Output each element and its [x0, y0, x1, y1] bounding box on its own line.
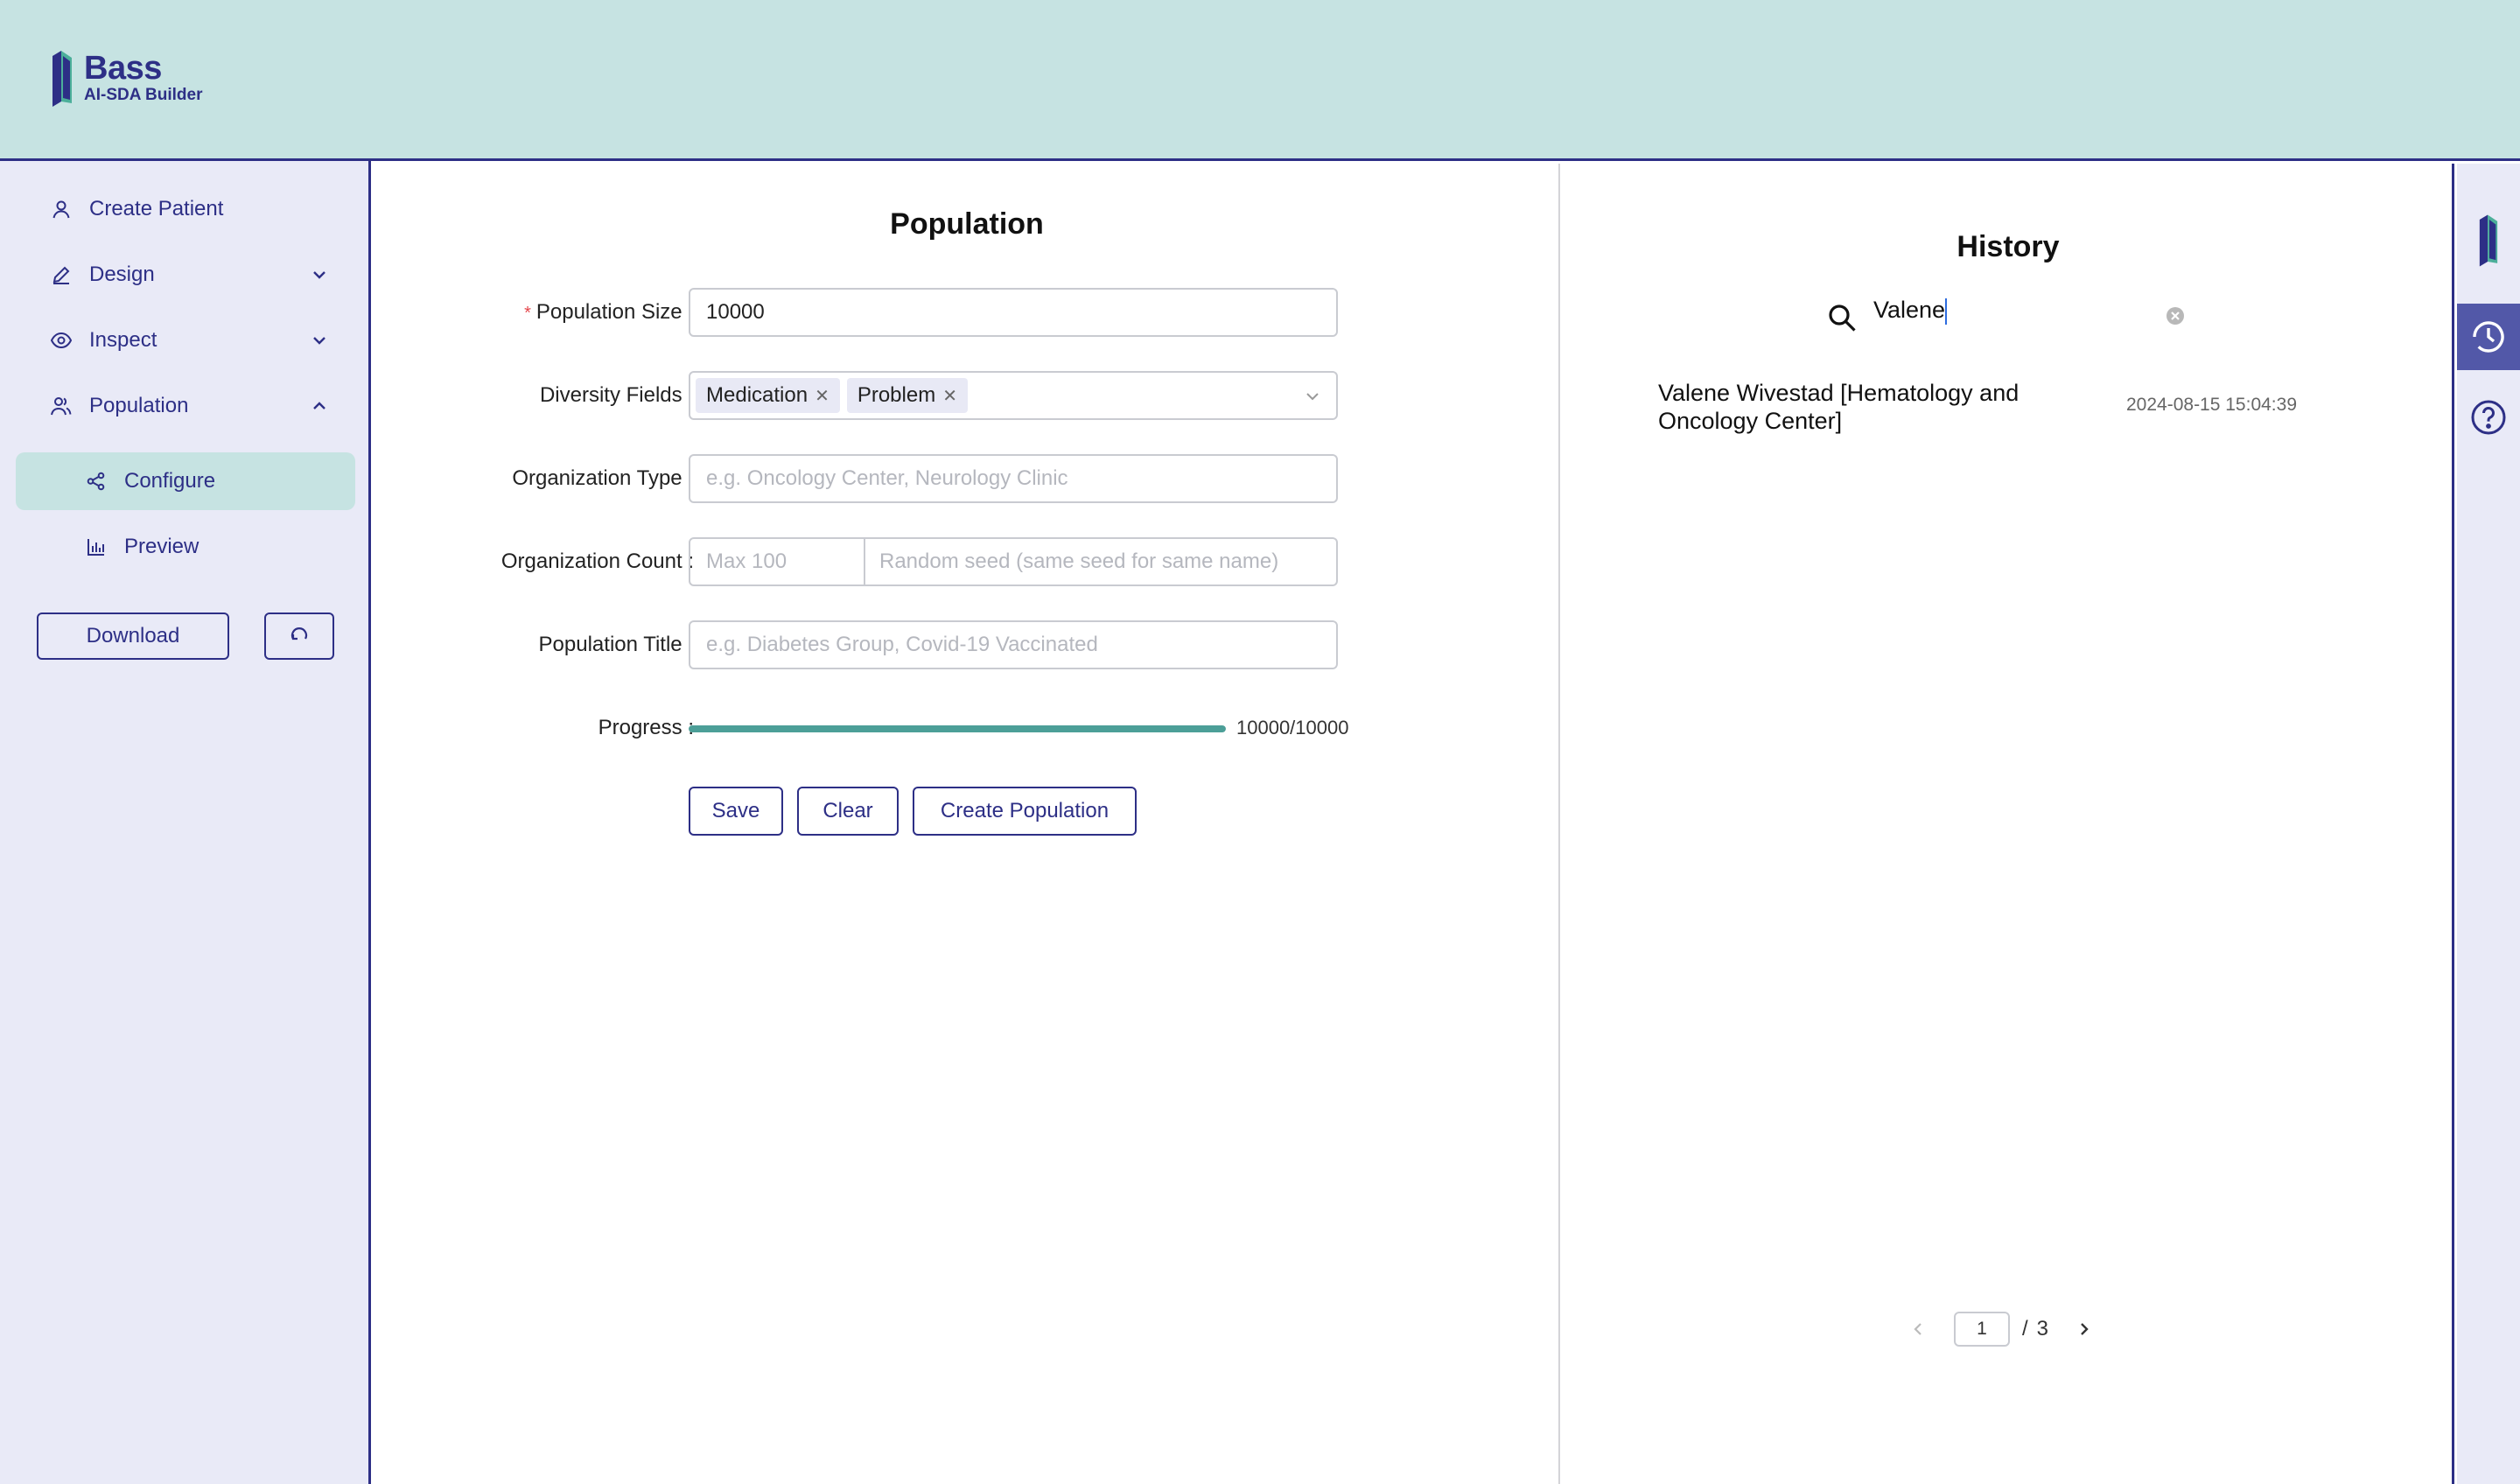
sidebar-item-configure[interactable]: Configure	[16, 452, 355, 510]
population-size-row: *Population Size : 10000	[374, 288, 1560, 337]
sidebar-item-create-patient[interactable]: Create Patient	[16, 180, 355, 238]
search-icon	[1829, 304, 1856, 332]
organization-type-input[interactable]: e.g. Oncology Center, Neurology Clinic	[689, 454, 1338, 503]
refresh-button[interactable]	[264, 612, 334, 660]
organization-count-label: Organization Count :	[500, 550, 694, 573]
prev-page-button[interactable]	[1903, 1314, 1933, 1344]
page-title: Population	[890, 207, 1044, 241]
population-title-input[interactable]: e.g. Diabetes Group, Covid-19 Vaccinated	[689, 620, 1338, 669]
history-list-item[interactable]: Valene Wivestad [Hematology and Oncology…	[1658, 379, 2349, 435]
sidebar-item-label: Inspect	[89, 328, 158, 352]
pagination: 1 / 3	[1903, 1310, 2099, 1348]
page-separator: /	[2022, 1317, 2028, 1340]
share-icon	[84, 469, 108, 494]
rail-help-button[interactable]	[2457, 384, 2520, 451]
eye-icon	[49, 328, 74, 353]
history-title: History	[1956, 230, 2060, 263]
progress-bar-fill	[689, 725, 1226, 732]
sidebar-item-population[interactable]: Population	[16, 377, 355, 435]
sidebar-item-label: Population	[89, 394, 189, 417]
progress-label: Progress :	[598, 716, 694, 739]
clear-search-icon[interactable]	[2166, 306, 2185, 326]
chevron-down-icon	[1306, 393, 1319, 401]
organization-type-row: Organization Type : e.g. Oncology Center…	[374, 454, 1560, 503]
population-form-panel: Population *Population Size : 10000 Dive…	[374, 164, 1560, 1484]
bar-chart-icon	[84, 535, 108, 559]
progress-row: Progress : 10000/10000	[374, 704, 1560, 752]
sidebar-item-label: Preview	[124, 535, 200, 558]
page-total: 3	[2036, 1317, 2049, 1340]
tag-problem: Problem ✕	[846, 378, 968, 413]
chevron-left-icon	[1914, 1323, 1922, 1335]
download-button[interactable]: Download	[37, 612, 229, 660]
population-title-label: Population Title :	[538, 633, 694, 656]
create-population-button[interactable]: Create Population	[913, 787, 1137, 836]
chevron-down-icon	[313, 271, 326, 279]
history-item-name: Valene Wivestad [Hematology and Oncology…	[1658, 380, 2020, 434]
bass-logo-icon	[2479, 214, 2498, 267]
remove-tag-icon[interactable]: ✕	[942, 385, 957, 407]
sidebar-item-design[interactable]: Design	[16, 246, 355, 304]
sidebar-item-inspect[interactable]: Inspect	[16, 312, 355, 369]
progress-text: 10000/10000	[1236, 717, 1349, 738]
required-marker: *	[524, 304, 531, 323]
right-rail	[2457, 164, 2520, 1484]
remove-tag-icon[interactable]: ✕	[815, 385, 830, 407]
brand-title: Bass	[84, 50, 162, 87]
save-button[interactable]: Save	[689, 787, 783, 836]
organization-count-row: Organization Count : Max 100 Random seed…	[374, 537, 1560, 586]
help-icon	[2471, 400, 2506, 435]
sidebar-item-label: Configure	[124, 469, 216, 493]
sidebar-item-label: Create Patient	[89, 197, 224, 220]
population-size-label: *Population Size :	[524, 300, 694, 324]
form-actions: Save Clear Create Population	[374, 787, 1560, 836]
history-item-date: 2024-08-15 15:04:39	[2126, 395, 2297, 415]
chevron-up-icon	[313, 402, 326, 410]
history-icon	[2473, 321, 2504, 353]
diversity-fields-label: Diversity Fields :	[539, 383, 694, 407]
app-header: Bass AI-SDA Builder	[0, 0, 2520, 161]
chevron-down-icon	[313, 337, 326, 345]
rail-history-button[interactable]	[2457, 304, 2520, 370]
page-number-input[interactable]: 1	[1954, 1312, 2010, 1347]
population-size-input[interactable]: 10000	[689, 288, 1338, 337]
chevron-right-icon	[2081, 1323, 2089, 1335]
clear-button[interactable]: Clear	[797, 787, 899, 836]
text-caret	[1945, 298, 1948, 325]
user-icon	[49, 197, 74, 221]
history-search-input[interactable]: Valene	[1873, 297, 2188, 335]
next-page-button[interactable]	[2069, 1314, 2099, 1344]
tag-medication: Medication ✕	[696, 378, 840, 413]
refresh-icon	[290, 627, 308, 640]
brand-logo[interactable]: Bass AI-SDA Builder	[51, 51, 202, 107]
bass-logo-icon	[52, 51, 72, 107]
pencil-icon	[49, 262, 74, 287]
random-seed-input[interactable]: Random seed (same seed for same name)	[864, 537, 1338, 586]
diversity-fields-row: Diversity Fields : Medication✕ Problem✕	[374, 371, 1560, 420]
history-panel: History Valene Valene Wivestad [Hematolo…	[1562, 164, 2454, 1484]
diversity-fields-select[interactable]: Medication ✕ Problem ✕	[689, 371, 1338, 420]
rail-logo-button[interactable]	[2457, 207, 2520, 274]
organization-count-input[interactable]: Max 100	[689, 537, 865, 586]
sidebar-item-label: Design	[89, 262, 155, 286]
organization-type-label: Organization Type :	[512, 466, 694, 490]
brand-subtitle: AI-SDA Builder	[84, 86, 203, 104]
users-icon	[49, 394, 74, 418]
progress-bar	[689, 725, 1226, 732]
population-title-row: Population Title : e.g. Diabetes Group, …	[374, 620, 1560, 669]
sidebar-item-preview[interactable]: Preview	[16, 518, 355, 576]
sidebar: Create Patient Design Inspect Population…	[0, 161, 371, 1484]
